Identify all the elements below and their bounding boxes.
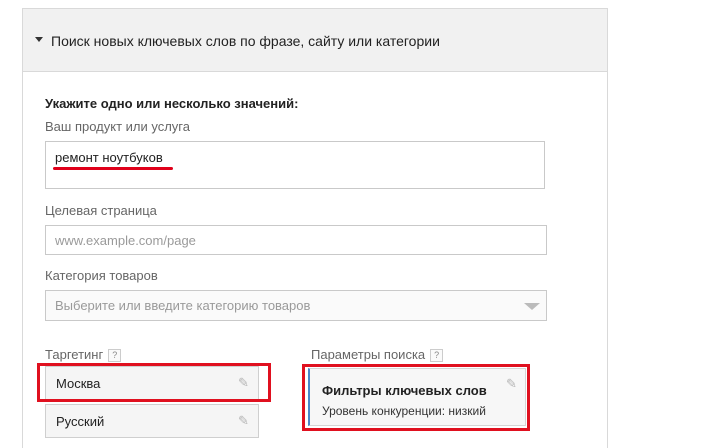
category-placeholder: Выберите или введите категорию товаров (55, 298, 311, 313)
category-label: Категория товаров (45, 268, 158, 283)
red-underline-annotation (53, 167, 173, 170)
targeting-language-label: Русский (56, 414, 105, 429)
targeting-language-item[interactable]: Русский ✎ (45, 404, 259, 438)
red-highlight-box (302, 364, 530, 431)
section-title: Укажите одно или несколько значений: (45, 96, 299, 111)
product-label: Ваш продукт или услуга (45, 119, 190, 134)
landing-page-input[interactable]: www.example.com/page (45, 225, 547, 255)
category-select[interactable]: Выберите или введите категорию товаров (45, 290, 547, 321)
pencil-icon[interactable]: ✎ (238, 413, 249, 429)
search-params-label-row: Параметры поиска? (311, 347, 444, 362)
red-highlight-box (37, 363, 271, 402)
landing-page-label: Целевая страница (45, 203, 157, 218)
panel-title[interactable]: Поиск новых ключевых слов по фразе, сайт… (51, 33, 440, 49)
caret-down-icon[interactable] (35, 37, 43, 42)
product-input[interactable]: ремонт ноутбуков (45, 141, 545, 189)
targeting-label-row: Таргетинг? (45, 347, 122, 362)
panel-header-toggle[interactable]: Поиск новых ключевых слов по фразе, сайт… (23, 9, 607, 72)
targeting-help-icon[interactable]: ? (108, 349, 122, 362)
search-params-label: Параметры поиска (311, 347, 426, 362)
targeting-label: Таргетинг (45, 347, 104, 362)
search-params-help-icon[interactable]: ? (430, 349, 444, 362)
landing-page-placeholder: www.example.com/page (55, 233, 196, 248)
dropdown-arrow-icon[interactable] (524, 303, 540, 310)
product-input-value: ремонт ноутбуков (55, 150, 163, 165)
